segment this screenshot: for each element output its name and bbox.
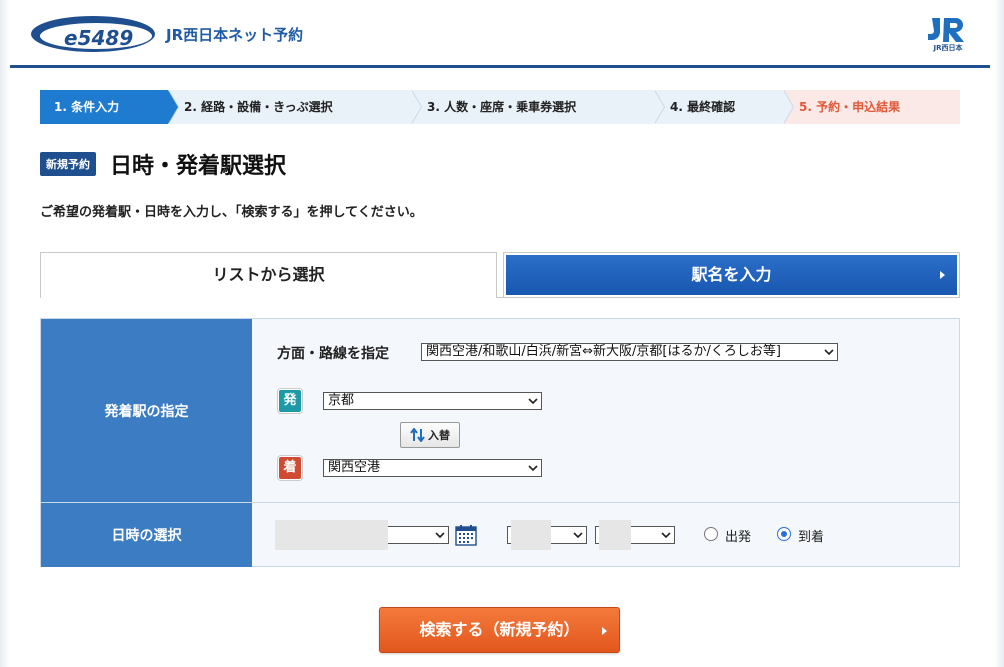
arrival-station-select[interactable]: 関西空港 xyxy=(323,459,542,477)
step-label: 1. 条件入力 xyxy=(54,100,120,114)
departure-station-value: 京都 xyxy=(328,393,355,408)
departure-radio[interactable] xyxy=(704,527,718,541)
hour-redacted-field[interactable] xyxy=(511,520,551,550)
tab-enter-station-name[interactable]: 駅名を入力 xyxy=(503,252,960,298)
chevron-down-icon xyxy=(573,532,583,539)
step-route: 2. 経路・設備・きっぷ選択 xyxy=(168,90,422,124)
tab-label: 駅名を入力 xyxy=(691,265,772,284)
arrival-radio-label[interactable]: 到着 xyxy=(798,526,824,545)
date-redacted-field[interactable] xyxy=(275,520,388,550)
arrow-right-icon xyxy=(602,627,607,635)
datetime-row-label: 日時の選択 xyxy=(41,503,252,567)
e5489-logo[interactable]: e5489 xyxy=(30,14,156,54)
date-select[interactable] xyxy=(387,526,449,544)
chevron-down-icon xyxy=(528,465,538,472)
chevron-down-icon xyxy=(661,532,671,539)
departure-badge: 発 xyxy=(279,390,301,412)
swap-arrows-icon xyxy=(410,428,425,442)
step-label: 4. 最終確認 xyxy=(670,100,736,114)
progress-steps: 1. 条件入力 2. 経路・設備・きっぷ選択 3. 人数・座席・乗車券選択 4.… xyxy=(40,90,960,124)
step-label: 2. 経路・設備・きっぷ選択 xyxy=(184,100,333,114)
search-button-label: 検索する（新規予約） xyxy=(419,620,580,639)
step-label: 5. 予約・申込結果 xyxy=(799,100,901,114)
tab-select-from-list[interactable]: リストから選択 xyxy=(40,252,497,298)
arrival-radio[interactable] xyxy=(777,527,791,541)
logo-text: e5489 xyxy=(64,26,133,50)
new-reservation-badge: 新規予約 xyxy=(40,152,96,176)
tab-underline xyxy=(497,297,960,298)
departure-radio-label[interactable]: 出発 xyxy=(725,526,751,545)
instruction-text: ご希望の発着駅・日時を入力し、「検索する」を押してください。 xyxy=(40,205,423,220)
minute-redacted-field[interactable] xyxy=(599,520,631,550)
step-result: 5. 予約・申込結果 xyxy=(783,90,960,124)
station-row-label: 発着駅の指定 xyxy=(41,319,252,502)
search-button[interactable]: 検索する（新規予約） xyxy=(379,607,620,653)
page-title: 日時・発着駅選択 xyxy=(110,154,287,179)
calendar-icon[interactable] xyxy=(455,524,477,546)
page: e5489 JR西日本ネット予約 JR西日本 1. 条件入力 2. 経路・設備・… xyxy=(0,0,1004,667)
site-title: JR西日本ネット予約 xyxy=(166,26,304,44)
chevron-down-icon xyxy=(824,349,834,356)
jr-logo-caption: JR西日本 xyxy=(933,43,963,52)
site-header: e5489 JR西日本ネット予約 JR西日本 xyxy=(10,0,990,68)
chevron-down-icon xyxy=(528,398,538,405)
chevron-down-icon xyxy=(435,532,445,539)
route-select[interactable]: 関西空港/和歌山/白浜/新宮⇔新大阪/京都[はるか/くろしお等] xyxy=(421,343,838,361)
arrow-right-icon xyxy=(940,271,945,279)
jr-west-logo: JR西日本 xyxy=(928,18,964,52)
arrival-station-value: 関西空港 xyxy=(328,460,381,475)
step-confirm: 4. 最終確認 xyxy=(654,90,794,124)
swap-stations-button[interactable]: 入替 xyxy=(400,422,460,448)
step-conditions: 1. 条件入力 xyxy=(40,90,179,124)
step-seats: 3. 人数・座席・乗車券選択 xyxy=(411,90,665,124)
step-label: 3. 人数・座席・乗車券選択 xyxy=(427,100,577,114)
swap-label: 入替 xyxy=(428,429,450,442)
search-form: 発着駅の指定 日時の選択 方面・路線を指定 関西空港/和歌山/白浜/新宮⇔新大阪… xyxy=(40,318,960,567)
route-label: 方面・路線を指定 xyxy=(277,346,389,362)
page-heading: 新規予約 日時・発着駅選択 xyxy=(40,148,286,180)
route-select-value: 関西空港/和歌山/白浜/新宮⇔新大阪/京都[はるか/くろしお等] xyxy=(426,344,781,359)
arrival-badge: 着 xyxy=(279,457,301,479)
departure-station-select[interactable]: 京都 xyxy=(323,392,542,410)
